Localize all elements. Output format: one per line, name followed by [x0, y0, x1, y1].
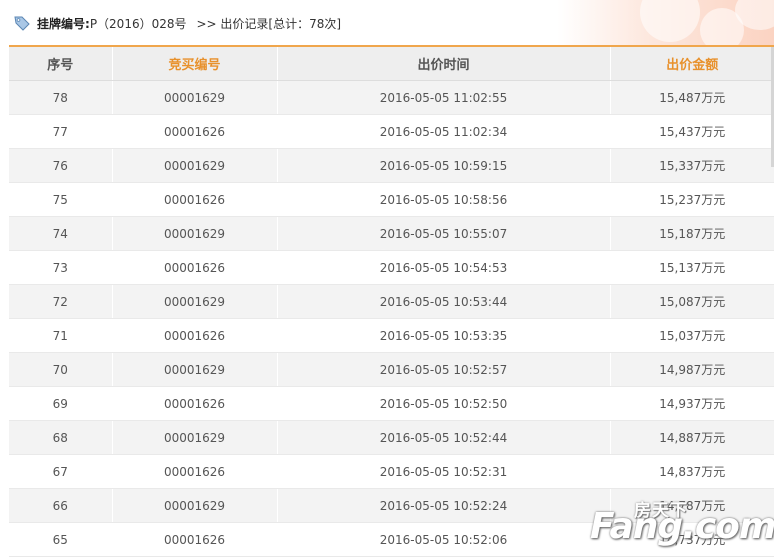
cell-index: 69 [9, 386, 113, 421]
cell-bid-time: 2016-05-05 10:53:44 [277, 284, 611, 319]
cell-bidder-id: 00001629 [112, 420, 278, 455]
cell-bid-amount: 15,237万元 [610, 182, 774, 217]
cell-bidder-id: 00001626 [112, 182, 278, 217]
table-row: 70 00001629 2016-05-05 10:52:57 14,987万元 [9, 352, 774, 387]
cell-bidder-id: 00001629 [112, 284, 278, 319]
cell-bid-amount: 14,937万元 [610, 386, 774, 421]
table-row: 77 00001626 2016-05-05 11:02:34 15,437万元 [9, 114, 774, 149]
cell-bid-time: 2016-05-05 11:02:55 [277, 80, 611, 115]
cell-bidder-id: 00001629 [112, 148, 278, 183]
table-header-row: 序号 竞买编号 出价时间 出价金额 [9, 47, 774, 81]
listing-label: 挂牌编号: [37, 17, 90, 31]
cell-bid-time: 2016-05-05 10:58:56 [277, 182, 611, 217]
table-row: 76 00001629 2016-05-05 10:59:15 15,337万元 [9, 148, 774, 183]
cell-bid-time: 2016-05-05 10:52:50 [277, 386, 611, 421]
cell-bidder-id: 00001626 [112, 454, 278, 489]
table-row: 72 00001629 2016-05-05 10:53:44 15,087万元 [9, 284, 774, 319]
table-row: 68 00001629 2016-05-05 10:52:44 14,887万元 [9, 420, 774, 455]
cell-bidder-id: 00001629 [112, 216, 278, 251]
bid-records-table: 序号 竞买编号 出价时间 出价金额 78 00001629 2016-05-05 1… [9, 47, 774, 557]
column-header-index: 序号 [9, 47, 113, 81]
column-header-bidder-id[interactable]: 竞买编号 [112, 47, 278, 81]
cell-bidder-id: 00001626 [112, 522, 278, 557]
table-row: 65 00001626 2016-05-05 10:52:06 14,737万元 [9, 522, 774, 557]
cell-bid-amount: 14,887万元 [610, 420, 774, 455]
cell-bidder-id: 00001626 [112, 114, 278, 149]
cell-index: 68 [9, 420, 113, 455]
cell-index: 73 [9, 250, 113, 285]
cell-index: 77 [9, 114, 113, 149]
cell-bid-time: 2016-05-05 10:55:07 [277, 216, 611, 251]
decorative-petal [640, 0, 700, 42]
column-header-bid-amount[interactable]: 出价金额 [610, 47, 774, 81]
cell-bid-amount: 14,787万元 [610, 488, 774, 523]
cell-index: 65 [9, 522, 113, 557]
breadcrumb: >> 出价记录[总计：78次] [196, 17, 342, 31]
cell-bidder-id: 00001629 [112, 352, 278, 387]
cell-bid-time: 2016-05-05 10:52:24 [277, 488, 611, 523]
cell-bidder-id: 00001629 [112, 488, 278, 523]
cell-bid-amount: 15,137万元 [610, 250, 774, 285]
cell-bidder-id: 00001629 [112, 80, 278, 115]
cell-bid-time: 2016-05-05 10:52:57 [277, 352, 611, 387]
cell-index: 78 [9, 80, 113, 115]
cell-index: 75 [9, 182, 113, 217]
cell-index: 67 [9, 454, 113, 489]
cell-index: 71 [9, 318, 113, 353]
cell-index: 76 [9, 148, 113, 183]
cell-bid-amount: 15,437万元 [610, 114, 774, 149]
tag-icon [14, 16, 30, 31]
cell-bid-amount: 14,837万元 [610, 454, 774, 489]
table-row: 67 00001626 2016-05-05 10:52:31 14,837万元 [9, 454, 774, 489]
table-row: 66 00001629 2016-05-05 10:52:24 14,787万元 [9, 488, 774, 523]
cell-bid-time: 2016-05-05 11:02:34 [277, 114, 611, 149]
table-row: 74 00001629 2016-05-05 10:55:07 15,187万元 [9, 216, 774, 251]
cell-bid-amount: 15,087万元 [610, 284, 774, 319]
cell-bid-amount: 15,337万元 [610, 148, 774, 183]
cell-bid-amount: 14,987万元 [610, 352, 774, 387]
table-body: 78 00001629 2016-05-05 11:02:55 15,487万元 77 0… [9, 80, 774, 557]
cell-bid-amount: 15,487万元 [610, 80, 774, 115]
cell-index: 70 [9, 352, 113, 387]
cell-bid-time: 2016-05-05 10:52:06 [277, 522, 611, 557]
table-row: 73 00001626 2016-05-05 10:54:53 15,137万元 [9, 250, 774, 285]
cell-bidder-id: 00001626 [112, 386, 278, 421]
cell-bid-time: 2016-05-05 10:52:31 [277, 454, 611, 489]
cell-index: 66 [9, 488, 113, 523]
table-row: 78 00001629 2016-05-05 11:02:55 15,487万元 [9, 80, 774, 115]
cell-bidder-id: 00001626 [112, 250, 278, 285]
cell-bid-amount: 15,037万元 [610, 318, 774, 353]
cell-bid-time: 2016-05-05 10:59:15 [277, 148, 611, 183]
table-row: 75 00001626 2016-05-05 10:58:56 15,237万元 [9, 182, 774, 217]
table-row: 71 00001626 2016-05-05 10:53:35 15,037万元 [9, 318, 774, 353]
table-row: 69 00001626 2016-05-05 10:52:50 14,937万元 [9, 386, 774, 421]
listing-number: P（2016）028号 [89, 17, 187, 31]
cell-bid-amount: 15,187万元 [610, 216, 774, 251]
page-title: 挂牌编号:P（2016）028号 >> 出价记录[总计：78次] [37, 15, 341, 33]
cell-bid-time: 2016-05-05 10:52:44 [277, 420, 611, 455]
cell-bid-time: 2016-05-05 10:54:53 [277, 250, 611, 285]
cell-index: 72 [9, 284, 113, 319]
cell-index: 74 [9, 216, 113, 251]
cell-bid-time: 2016-05-05 10:53:35 [277, 318, 611, 353]
cell-bidder-id: 00001626 [112, 318, 278, 353]
cell-bid-amount: 14,737万元 [610, 522, 774, 557]
column-header-bid-time: 出价时间 [277, 47, 611, 81]
